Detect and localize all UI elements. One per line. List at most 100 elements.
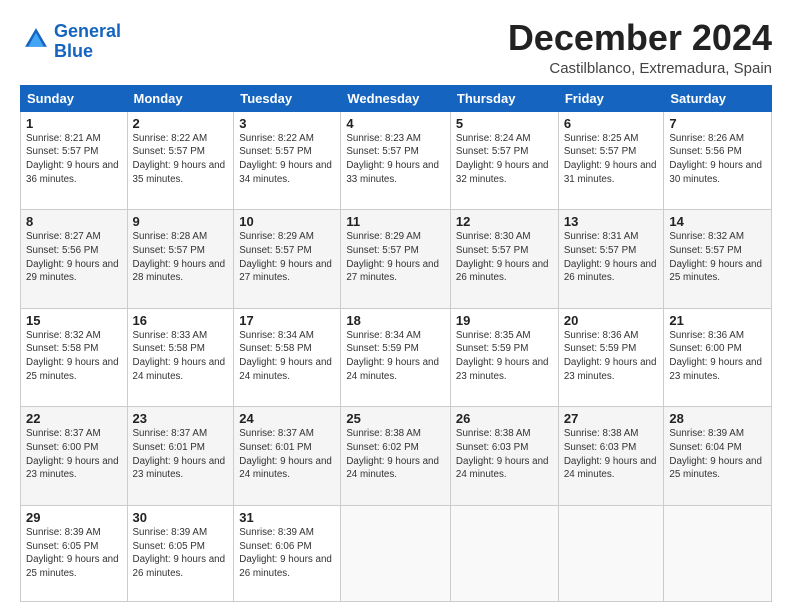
table-row: 9 Sunrise: 8:28 AMSunset: 5:57 PMDaylight… bbox=[127, 210, 234, 309]
day-number: 5 bbox=[456, 116, 553, 131]
table-row: 6Sunrise: 8:25 AMSunset: 5:57 PMDaylight… bbox=[558, 111, 664, 210]
day-info: Sunrise: 8:33 AMSunset: 5:58 PMDaylight:… bbox=[133, 330, 226, 382]
table-row: 12 Sunrise: 8:30 AMSunset: 5:57 PMDayligh… bbox=[450, 210, 558, 309]
col-thursday: Thursday bbox=[450, 85, 558, 111]
day-info: Sunrise: 8:35 AMSunset: 5:59 PMDaylight:… bbox=[456, 330, 549, 382]
subtitle: Castilblanco, Extremadura, Spain bbox=[508, 60, 772, 77]
day-number: 22 bbox=[26, 411, 122, 426]
day-info: Sunrise: 8:27 AMSunset: 5:56 PMDaylight:… bbox=[26, 231, 119, 283]
day-number: 1 bbox=[26, 116, 122, 131]
day-number: 15 bbox=[26, 313, 122, 328]
table-row: 7Sunrise: 8:26 AMSunset: 5:56 PMDaylight… bbox=[664, 111, 772, 210]
day-number: 19 bbox=[456, 313, 553, 328]
day-info: Sunrise: 8:28 AMSunset: 5:57 PMDaylight:… bbox=[133, 231, 226, 283]
day-info: Sunrise: 8:38 AMSunset: 6:03 PMDaylight:… bbox=[564, 428, 657, 480]
table-row: 24 Sunrise: 8:37 AMSunset: 6:01 PMDayligh… bbox=[234, 407, 341, 506]
table-row: 1 Sunrise: 8:21 AMSunset: 5:57 PMDaylight… bbox=[21, 111, 128, 210]
table-row: 17 Sunrise: 8:34 AMSunset: 5:58 PMDayligh… bbox=[234, 308, 341, 407]
day-info: Sunrise: 8:34 AMSunset: 5:58 PMDaylight:… bbox=[239, 330, 332, 382]
col-tuesday: Tuesday bbox=[234, 85, 341, 111]
logo-line2: Blue bbox=[54, 41, 93, 61]
table-row: 10 Sunrise: 8:29 AMSunset: 5:57 PMDayligh… bbox=[234, 210, 341, 309]
day-info: Sunrise: 8:30 AMSunset: 5:57 PMDaylight:… bbox=[456, 231, 549, 283]
table-row: 30 Sunrise: 8:39 AMSunset: 6:05 PMDayligh… bbox=[127, 505, 234, 601]
table-row bbox=[341, 505, 451, 601]
day-info: Sunrise: 8:34 AMSunset: 5:59 PMDaylight:… bbox=[346, 330, 439, 382]
day-info: Sunrise: 8:39 AMSunset: 6:04 PMDaylight:… bbox=[669, 428, 762, 480]
day-info: Sunrise: 8:39 AMSunset: 6:05 PMDaylight:… bbox=[133, 527, 226, 579]
table-row: 16 Sunrise: 8:33 AMSunset: 5:58 PMDayligh… bbox=[127, 308, 234, 407]
calendar-header-row: Sunday Monday Tuesday Wednesday Thursday… bbox=[21, 85, 772, 111]
day-number: 8 bbox=[26, 214, 122, 229]
day-info: Sunrise: 8:37 AMSunset: 6:01 PMDaylight:… bbox=[239, 428, 332, 480]
day-number: 31 bbox=[239, 510, 335, 525]
day-number: 28 bbox=[669, 411, 766, 426]
day-number: 3 bbox=[239, 116, 335, 131]
table-row: 4 Sunrise: 8:23 AMSunset: 5:57 PMDaylight… bbox=[341, 111, 451, 210]
day-info: Sunrise: 8:36 AMSunset: 6:00 PMDaylight:… bbox=[669, 330, 762, 382]
day-number: 10 bbox=[239, 214, 335, 229]
table-row: 20 Sunrise: 8:36 AMSunset: 5:59 PMDayligh… bbox=[558, 308, 664, 407]
day-number: 23 bbox=[133, 411, 229, 426]
day-number: 20 bbox=[564, 313, 659, 328]
table-row: 15Sunrise: 8:32 AMSunset: 5:58 PMDayligh… bbox=[21, 308, 128, 407]
day-number: 13 bbox=[564, 214, 659, 229]
day-info: Sunrise: 8:23 AMSunset: 5:57 PMDaylight:… bbox=[346, 133, 439, 185]
day-info: Sunrise: 8:32 AMSunset: 5:57 PMDaylight:… bbox=[669, 231, 762, 283]
col-monday: Monday bbox=[127, 85, 234, 111]
day-info: Sunrise: 8:39 AMSunset: 6:06 PMDaylight:… bbox=[239, 527, 332, 579]
day-number: 4 bbox=[346, 116, 445, 131]
day-info: Sunrise: 8:39 AMSunset: 6:05 PMDaylight:… bbox=[26, 527, 119, 579]
main-title: December 2024 bbox=[508, 18, 772, 58]
logo-text: General Blue bbox=[54, 22, 121, 62]
day-number: 7 bbox=[669, 116, 766, 131]
table-row: 21 Sunrise: 8:36 AMSunset: 6:00 PMDayligh… bbox=[664, 308, 772, 407]
table-row: 31 Sunrise: 8:39 AMSunset: 6:06 PMDayligh… bbox=[234, 505, 341, 601]
col-friday: Friday bbox=[558, 85, 664, 111]
page: General Blue December 2024 Castilblanco,… bbox=[0, 0, 792, 612]
table-row: 28 Sunrise: 8:39 AMSunset: 6:04 PMDayligh… bbox=[664, 407, 772, 506]
day-number: 30 bbox=[133, 510, 229, 525]
table-row bbox=[664, 505, 772, 601]
day-number: 25 bbox=[346, 411, 445, 426]
table-row bbox=[450, 505, 558, 601]
col-wednesday: Wednesday bbox=[341, 85, 451, 111]
calendar: Sunday Monday Tuesday Wednesday Thursday… bbox=[20, 85, 772, 602]
day-info: Sunrise: 8:29 AMSunset: 5:57 PMDaylight:… bbox=[346, 231, 439, 283]
day-number: 12 bbox=[456, 214, 553, 229]
day-info: Sunrise: 8:38 AMSunset: 6:02 PMDaylight:… bbox=[346, 428, 439, 480]
day-number: 21 bbox=[669, 313, 766, 328]
day-number: 24 bbox=[239, 411, 335, 426]
day-info: Sunrise: 8:24 AMSunset: 5:57 PMDaylight:… bbox=[456, 133, 549, 185]
table-row bbox=[558, 505, 664, 601]
day-number: 29 bbox=[26, 510, 122, 525]
table-row: 3 Sunrise: 8:22 AMSunset: 5:57 PMDaylight… bbox=[234, 111, 341, 210]
day-number: 11 bbox=[346, 214, 445, 229]
day-number: 14 bbox=[669, 214, 766, 229]
day-info: Sunrise: 8:22 AMSunset: 5:57 PMDaylight:… bbox=[133, 133, 226, 185]
day-info: Sunrise: 8:37 AMSunset: 6:01 PMDaylight:… bbox=[133, 428, 226, 480]
table-row: 14 Sunrise: 8:32 AMSunset: 5:57 PMDayligh… bbox=[664, 210, 772, 309]
logo-line1: General bbox=[54, 21, 121, 41]
day-info: Sunrise: 8:22 AMSunset: 5:57 PMDaylight:… bbox=[239, 133, 332, 185]
day-number: 9 bbox=[133, 214, 229, 229]
table-row: 13Sunrise: 8:31 AMSunset: 5:57 PMDayligh… bbox=[558, 210, 664, 309]
table-row: 23 Sunrise: 8:37 AMSunset: 6:01 PMDayligh… bbox=[127, 407, 234, 506]
day-info: Sunrise: 8:21 AMSunset: 5:57 PMDaylight:… bbox=[26, 133, 119, 185]
day-number: 2 bbox=[133, 116, 229, 131]
day-number: 26 bbox=[456, 411, 553, 426]
day-number: 17 bbox=[239, 313, 335, 328]
title-block: December 2024 Castilblanco, Extremadura,… bbox=[508, 18, 772, 77]
day-number: 18 bbox=[346, 313, 445, 328]
day-info: Sunrise: 8:38 AMSunset: 6:03 PMDaylight:… bbox=[456, 428, 549, 480]
table-row: 8 Sunrise: 8:27 AMSunset: 5:56 PMDaylight… bbox=[21, 210, 128, 309]
day-number: 6 bbox=[564, 116, 659, 131]
day-info: Sunrise: 8:29 AMSunset: 5:57 PMDaylight:… bbox=[239, 231, 332, 283]
table-row: 27Sunrise: 8:38 AMSunset: 6:03 PMDayligh… bbox=[558, 407, 664, 506]
day-number: 16 bbox=[133, 313, 229, 328]
table-row: 26 Sunrise: 8:38 AMSunset: 6:03 PMDayligh… bbox=[450, 407, 558, 506]
col-sunday: Sunday bbox=[21, 85, 128, 111]
day-info: Sunrise: 8:36 AMSunset: 5:59 PMDaylight:… bbox=[564, 330, 657, 382]
day-info: Sunrise: 8:37 AMSunset: 6:00 PMDaylight:… bbox=[26, 428, 119, 480]
col-saturday: Saturday bbox=[664, 85, 772, 111]
